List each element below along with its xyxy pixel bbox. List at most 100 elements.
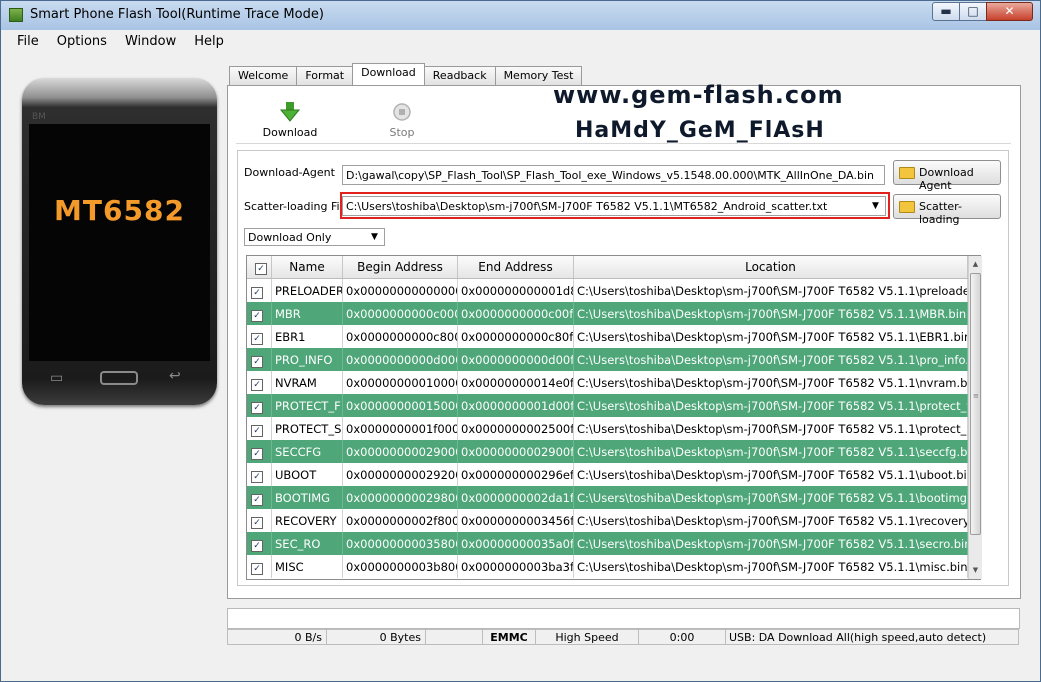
row-checkbox[interactable]: ✓ bbox=[251, 448, 263, 460]
chevron-down-icon[interactable]: ▼ bbox=[368, 231, 381, 244]
begin-address: 0x0000000001000000 bbox=[343, 371, 458, 394]
row-checkbox-cell: ✓ bbox=[247, 325, 272, 348]
download-arrow-icon bbox=[279, 102, 301, 122]
row-checkbox[interactable]: ✓ bbox=[251, 310, 263, 322]
close-button[interactable]: ✕ bbox=[986, 2, 1033, 21]
table-row[interactable]: ✓ SECCFG0x00000000029000000x0000000002900… bbox=[247, 440, 969, 463]
table-row[interactable]: ✓ PRELOADER0x00000000000000000x0000000000… bbox=[247, 279, 969, 302]
partition-name: PRO_INFO bbox=[272, 348, 343, 371]
begin-address: 0x0000000003580000 bbox=[343, 532, 458, 555]
end-address: 0x000000000001d84b bbox=[458, 279, 574, 302]
row-checkbox[interactable]: ✓ bbox=[251, 540, 263, 552]
tab-readback[interactable]: Readback bbox=[423, 66, 496, 87]
scrollbar-thumb[interactable]: ≡ bbox=[970, 273, 981, 535]
partition-name: MISC bbox=[272, 555, 343, 578]
row-checkbox-cell: ✓ bbox=[247, 486, 272, 509]
table-row[interactable]: ✓ RECOVERY0x0000000002f800000x00000000034… bbox=[247, 509, 969, 532]
row-checkbox[interactable]: ✓ bbox=[251, 356, 263, 368]
begin-address: 0x0000000001f00000 bbox=[343, 417, 458, 440]
partition-name: SEC_RO bbox=[272, 532, 343, 555]
row-checkbox-cell: ✓ bbox=[247, 509, 272, 532]
partition-name: NVRAM bbox=[272, 371, 343, 394]
download-mode-value: Download Only bbox=[248, 231, 332, 244]
table-row[interactable]: ✓ PROTECT_F0x00000000015000000x0000000001… bbox=[247, 394, 969, 417]
end-address: 0x0000000001d00fff bbox=[458, 394, 574, 417]
begin-address: 0x0000000000c80000 bbox=[343, 325, 458, 348]
download-mode-select[interactable]: Download Only ▼ bbox=[244, 228, 385, 246]
download-agent-field[interactable]: D:\gawal\copy\SP_Flash_Tool\SP_Flash_Too… bbox=[342, 165, 885, 185]
status-message: USB: DA Download All(high speed,auto det… bbox=[725, 629, 1019, 645]
partition-location: C:\Users\toshiba\Desktop\sm-j700f\SM-J70… bbox=[574, 417, 968, 440]
status-bar: 0 B/s 0 Bytes EMMC High Speed 0:00 USB: … bbox=[227, 629, 1020, 645]
col-location[interactable]: Location bbox=[574, 256, 968, 278]
scroll-down-icon[interactable]: ▼ bbox=[970, 564, 981, 576]
tab-format[interactable]: Format bbox=[296, 66, 354, 87]
table-row[interactable]: ✓ SEC_RO0x00000000035800000x00000000035a0… bbox=[247, 532, 969, 555]
row-checkbox[interactable]: ✓ bbox=[251, 425, 263, 437]
table-row[interactable]: ✓ PRO_INFO0x0000000000d000000x0000000000d… bbox=[247, 348, 969, 371]
end-address: 0x000000000296efff bbox=[458, 463, 574, 486]
end-address: 0x0000000003ba3fff bbox=[458, 555, 574, 578]
download-button[interactable]: Download bbox=[256, 101, 324, 139]
watermark-author: HaMdY_GeM_FlAsH bbox=[575, 118, 825, 143]
download-label: Download bbox=[262, 126, 318, 139]
select-all-checkbox[interactable]: ✓ bbox=[255, 263, 267, 275]
scroll-up-icon[interactable]: ▲ bbox=[970, 258, 981, 270]
partition-location: C:\Users\toshiba\Desktop\sm-j700f\SM-J70… bbox=[574, 325, 968, 348]
row-checkbox-cell: ✓ bbox=[247, 348, 272, 371]
partition-location: C:\Users\toshiba\Desktop\sm-j700f\SM-J70… bbox=[574, 348, 968, 371]
col-name[interactable]: Name bbox=[272, 256, 343, 278]
begin-address: 0x0000000002980000 bbox=[343, 486, 458, 509]
menu-file[interactable]: File bbox=[7, 31, 47, 53]
partition-name: UBOOT bbox=[272, 463, 343, 486]
table-scrollbar[interactable]: ▲ ≡ ▼ bbox=[968, 256, 982, 579]
row-checkbox[interactable]: ✓ bbox=[251, 402, 263, 414]
row-checkbox[interactable]: ✓ bbox=[251, 471, 263, 483]
table-row[interactable]: ✓ MISC0x0000000003b800000x0000000003ba3ff… bbox=[247, 555, 969, 578]
row-checkbox[interactable]: ✓ bbox=[251, 333, 263, 345]
partition-location: C:\Users\toshiba\Desktop\sm-j700f\SM-J70… bbox=[574, 440, 968, 463]
partition-location: C:\Users\toshiba\Desktop\sm-j700f\SM-J70… bbox=[574, 279, 968, 302]
end-address: 0x0000000002da1fff bbox=[458, 486, 574, 509]
stop-button[interactable]: Stop bbox=[378, 101, 426, 139]
row-checkbox[interactable]: ✓ bbox=[251, 517, 263, 529]
row-checkbox[interactable]: ✓ bbox=[251, 287, 263, 299]
menu-help[interactable]: Help bbox=[184, 31, 232, 53]
begin-address: 0x0000000002900000 bbox=[343, 440, 458, 463]
table-row[interactable]: ✓ BOOTIMG0x00000000029800000x0000000002da… bbox=[247, 486, 969, 509]
col-end-address[interactable]: End Address bbox=[458, 256, 574, 278]
tab-welcome[interactable]: Welcome bbox=[229, 66, 298, 87]
table-row[interactable]: ✓ PROTECT_S0x0000000001f000000x0000000002… bbox=[247, 417, 969, 440]
folder-icon bbox=[899, 201, 915, 213]
begin-address: 0x0000000000d00000 bbox=[343, 348, 458, 371]
menu-options[interactable]: Options bbox=[47, 31, 115, 53]
tab-bar: Welcome Format Download Readback Memory … bbox=[229, 63, 583, 87]
table-row[interactable]: ✓ NVRAM0x00000000010000000x00000000014e0f… bbox=[247, 371, 969, 394]
row-checkbox[interactable]: ✓ bbox=[251, 379, 263, 391]
download-agent-button[interactable]: Download Agent bbox=[893, 160, 1001, 192]
table-row[interactable]: ✓ EBR10x0000000000c800000x0000000000c80ff… bbox=[247, 325, 969, 348]
table-row[interactable]: ✓ UBOOT0x00000000029200000x000000000296ef… bbox=[247, 463, 969, 486]
row-checkbox-cell: ✓ bbox=[247, 371, 272, 394]
tab-download[interactable]: Download bbox=[352, 63, 425, 87]
partition-table: ✓ Name Begin Address End Address Locatio… bbox=[246, 255, 981, 580]
partition-name: PROTECT_S bbox=[272, 417, 343, 440]
status-bytes: 0 Bytes bbox=[326, 629, 426, 645]
row-checkbox-cell: ✓ bbox=[247, 463, 272, 486]
row-checkbox-cell: ✓ bbox=[247, 532, 272, 555]
progress-bar bbox=[227, 608, 1020, 629]
end-address: 0x00000000014e0fff bbox=[458, 371, 574, 394]
status-mode: High Speed bbox=[535, 629, 639, 645]
row-checkbox-cell: ✓ bbox=[247, 555, 272, 578]
row-checkbox[interactable]: ✓ bbox=[251, 494, 263, 506]
col-begin-address[interactable]: Begin Address bbox=[343, 256, 458, 278]
phone-illustration: BM MT6582 ▭ ↩ bbox=[22, 78, 217, 405]
menu-window[interactable]: Window bbox=[115, 31, 184, 53]
row-checkbox[interactable]: ✓ bbox=[251, 563, 263, 575]
maximize-button[interactable]: □ bbox=[959, 2, 987, 21]
minimize-button[interactable]: ▬ bbox=[932, 2, 960, 21]
table-row[interactable]: ✓ MBR0x0000000000c000000x0000000000c00fff… bbox=[247, 302, 969, 325]
watermark-url: www.gem-flash.com bbox=[553, 81, 844, 109]
scatter-loading-button[interactable]: Scatter-loading bbox=[893, 194, 1001, 226]
menu-bar: File Options Window Help bbox=[7, 31, 232, 53]
